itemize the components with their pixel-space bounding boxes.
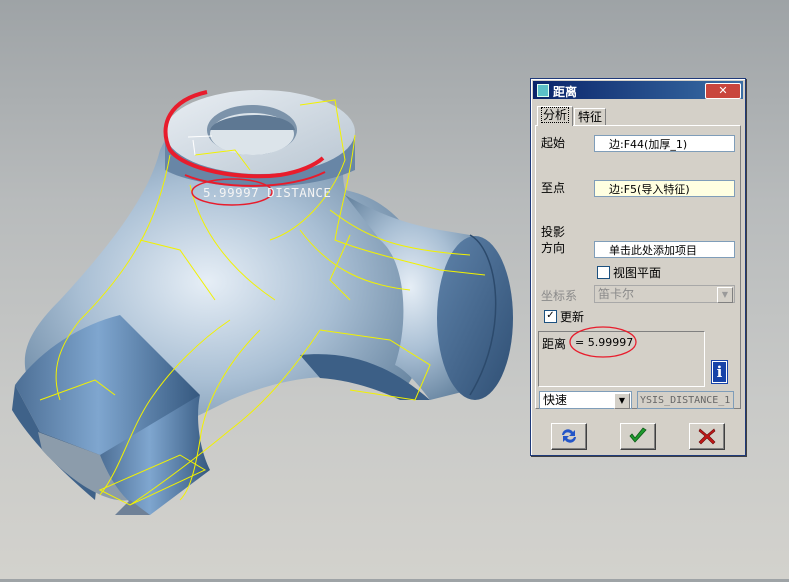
dialog-title: 距离 (553, 85, 578, 99)
projection-label: 投影 (541, 225, 566, 239)
mode-select[interactable]: 快速 ▼ (539, 391, 632, 409)
tab-feature[interactable]: 特征 (574, 108, 607, 126)
update-checkbox[interactable]: ✓ (544, 310, 557, 323)
checkmark-icon (629, 427, 647, 443)
result-highlight-ellipse (569, 326, 637, 358)
close-button[interactable]: ✕ (705, 83, 741, 99)
cancel-button[interactable] (689, 423, 725, 450)
ok-button[interactable] (620, 423, 656, 450)
to-field[interactable]: 边:F5(导入特征) (594, 180, 735, 197)
chevron-down-icon: ▼ (614, 393, 630, 409)
coord-system-select: 笛卡尔 ▼ (594, 285, 735, 303)
feature-name-field[interactable]: YSIS_DISTANCE_1 (637, 391, 734, 409)
to-label: 至点 (541, 181, 566, 195)
tab-analysis[interactable]: 分析 (537, 106, 574, 126)
repaint-button[interactable] (551, 423, 587, 450)
mode-select-value: 快速 (543, 393, 568, 407)
repaint-icon (562, 429, 576, 443)
direction-label: 方向 (541, 241, 566, 255)
projection-field[interactable]: 单击此处添加项目 (594, 241, 735, 258)
from-field[interactable]: 边:F44(加厚_1) (594, 135, 735, 152)
view-plane-label: 视图平面 (613, 266, 662, 280)
result-label: 距离 (542, 337, 567, 351)
from-label: 起始 (541, 136, 566, 150)
dialog-titlebar[interactable]: 距离 ✕ (533, 81, 743, 99)
app-icon (537, 84, 549, 97)
view-plane-checkbox[interactable] (597, 266, 610, 279)
measurement-label: 5.99997 DISTANCE (203, 185, 332, 200)
tab-analysis-label: 分析 (541, 107, 570, 123)
cross-icon (698, 428, 716, 445)
coord-system-label: 坐标系 (541, 289, 578, 303)
update-label: 更新 (560, 310, 585, 324)
chevron-down-icon: ▼ (717, 287, 733, 303)
info-icon[interactable]: i (712, 361, 727, 383)
coord-system-value: 笛卡尔 (598, 287, 635, 301)
distance-dialog: 距离 ✕ 分析 特征 起始 边:F44(加厚_1) 至点 边:F5(导入特征) … (530, 78, 746, 456)
